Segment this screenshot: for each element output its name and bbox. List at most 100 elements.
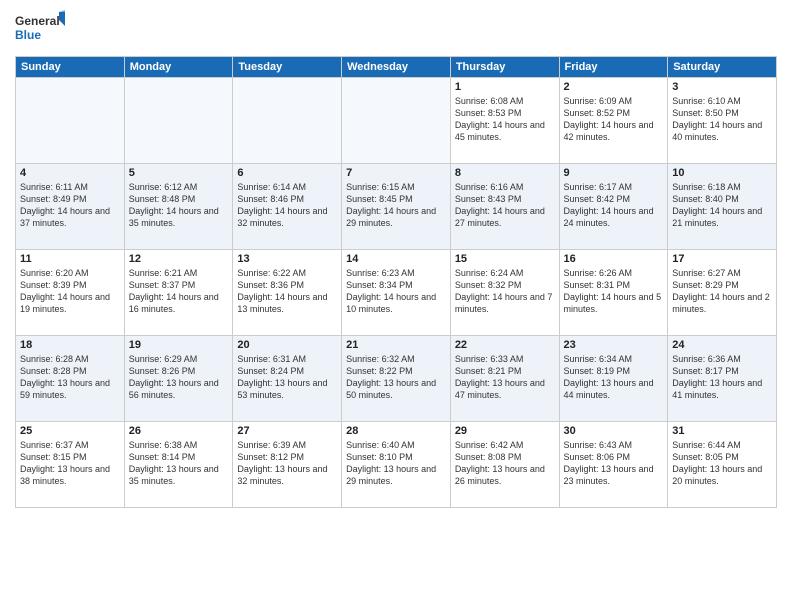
cell-content: Sunrise: 6:11 AM Sunset: 8:49 PM Dayligh… [20,181,120,230]
day-number: 4 [20,167,120,179]
calendar-day-header-friday: Friday [559,57,668,78]
calendar-cell [342,78,451,164]
day-number: 27 [237,425,337,437]
calendar-cell: 19 Sunrise: 6:29 AM Sunset: 8:26 PM Dayli… [124,336,233,422]
header: General Blue [15,10,777,48]
calendar-cell: 7Sunrise: 6:15 AM Sunset: 8:45 PM Daylig… [342,164,451,250]
calendar-day-header-monday: Monday [124,57,233,78]
day-number: 28 [346,425,446,437]
calendar-cell [233,78,342,164]
cell-content: Sunrise: 6:26 AM Sunset: 8:31 PM Dayligh… [564,267,664,316]
calendar-cell: 14Sunrise: 6:23 AM Sunset: 8:34 PM Dayli… [342,250,451,336]
calendar-cell: 17 Sunrise: 6:27 AM Sunset: 8:29 PM Dayli… [668,250,777,336]
calendar-cell: 21Sunrise: 6:32 AM Sunset: 8:22 PM Dayli… [342,336,451,422]
cell-content: Sunrise: 6:28 AM Sunset: 8:28 PM Dayligh… [20,353,120,402]
calendar-cell: 23 Sunrise: 6:34 AM Sunset: 8:19 PM Dayli… [559,336,668,422]
cell-content: Sunrise: 6:16 AM Sunset: 8:43 PM Dayligh… [455,181,555,230]
day-number: 5 [129,167,229,179]
day-number: 18 [20,339,120,351]
calendar-cell [16,78,125,164]
calendar-week-row: 25 Sunrise: 6:37 AM Sunset: 8:15 PM Dayli… [16,422,777,508]
page: General Blue SundayMondayTuesdayWednesda… [0,0,792,612]
cell-content: Sunrise: 6:37 AM Sunset: 8:15 PM Dayligh… [20,439,120,488]
calendar-cell: 30 Sunrise: 6:43 AM Sunset: 8:06 PM Dayli… [559,422,668,508]
calendar-header-row: SundayMondayTuesdayWednesdayThursdayFrid… [16,57,777,78]
calendar-cell: 15 Sunrise: 6:24 AM Sunset: 8:32 PM Dayli… [450,250,559,336]
cell-content: Sunrise: 6:24 AM Sunset: 8:32 PM Dayligh… [455,267,555,316]
calendar-cell: 6 Sunrise: 6:14 AM Sunset: 8:46 PM Daylig… [233,164,342,250]
cell-content: Sunrise: 6:29 AM Sunset: 8:26 PM Dayligh… [129,353,229,402]
calendar-cell: 16 Sunrise: 6:26 AM Sunset: 8:31 PM Dayli… [559,250,668,336]
calendar-day-header-saturday: Saturday [668,57,777,78]
svg-text:Blue: Blue [15,28,41,42]
cell-content: Sunrise: 6:17 AM Sunset: 8:42 PM Dayligh… [564,181,664,230]
cell-content: Sunrise: 6:20 AM Sunset: 8:39 PM Dayligh… [20,267,120,316]
cell-content: Sunrise: 6:23 AM Sunset: 8:34 PM Dayligh… [346,267,446,316]
day-number: 10 [672,167,772,179]
day-number: 16 [564,253,664,265]
day-number: 22 [455,339,555,351]
day-number: 23 [564,339,664,351]
cell-content: Sunrise: 6:33 AM Sunset: 8:21 PM Dayligh… [455,353,555,402]
day-number: 13 [237,253,337,265]
cell-content: Sunrise: 6:21 AM Sunset: 8:37 PM Dayligh… [129,267,229,316]
day-number: 9 [564,167,664,179]
cell-content: Sunrise: 6:08 AM Sunset: 8:53 PM Dayligh… [455,95,555,144]
calendar-cell: 5Sunrise: 6:12 AM Sunset: 8:48 PM Daylig… [124,164,233,250]
day-number: 8 [455,167,555,179]
cell-content: Sunrise: 6:34 AM Sunset: 8:19 PM Dayligh… [564,353,664,402]
cell-content: Sunrise: 6:09 AM Sunset: 8:52 PM Dayligh… [564,95,664,144]
cell-content: Sunrise: 6:31 AM Sunset: 8:24 PM Dayligh… [237,353,337,402]
calendar-cell: 28Sunrise: 6:40 AM Sunset: 8:10 PM Dayli… [342,422,451,508]
day-number: 15 [455,253,555,265]
day-number: 21 [346,339,446,351]
calendar-day-header-thursday: Thursday [450,57,559,78]
day-number: 19 [129,339,229,351]
day-number: 30 [564,425,664,437]
logo: General Blue [15,10,65,48]
day-number: 26 [129,425,229,437]
calendar-cell: 4 Sunrise: 6:11 AM Sunset: 8:49 PM Daylig… [16,164,125,250]
cell-content: Sunrise: 6:27 AM Sunset: 8:29 PM Dayligh… [672,267,772,316]
logo-svg: General Blue [15,10,65,48]
cell-content: Sunrise: 6:14 AM Sunset: 8:46 PM Dayligh… [237,181,337,230]
day-number: 1 [455,81,555,93]
calendar-cell: 8 Sunrise: 6:16 AM Sunset: 8:43 PM Daylig… [450,164,559,250]
calendar-cell: 31 Sunrise: 6:44 AM Sunset: 8:05 PM Dayli… [668,422,777,508]
cell-content: Sunrise: 6:42 AM Sunset: 8:08 PM Dayligh… [455,439,555,488]
calendar-cell: 2 Sunrise: 6:09 AM Sunset: 8:52 PM Daylig… [559,78,668,164]
day-number: 17 [672,253,772,265]
cell-content: Sunrise: 6:10 AM Sunset: 8:50 PM Dayligh… [672,95,772,144]
calendar-cell: 11 Sunrise: 6:20 AM Sunset: 8:39 PM Dayli… [16,250,125,336]
calendar-cell: 22 Sunrise: 6:33 AM Sunset: 8:21 PM Dayli… [450,336,559,422]
calendar-cell: 29 Sunrise: 6:42 AM Sunset: 8:08 PM Dayli… [450,422,559,508]
calendar-cell: 9 Sunrise: 6:17 AM Sunset: 8:42 PM Daylig… [559,164,668,250]
cell-content: Sunrise: 6:38 AM Sunset: 8:14 PM Dayligh… [129,439,229,488]
calendar-day-header-sunday: Sunday [16,57,125,78]
calendar-week-row: 11 Sunrise: 6:20 AM Sunset: 8:39 PM Dayli… [16,250,777,336]
calendar-week-row: 18 Sunrise: 6:28 AM Sunset: 8:28 PM Dayli… [16,336,777,422]
day-number: 12 [129,253,229,265]
cell-content: Sunrise: 6:43 AM Sunset: 8:06 PM Dayligh… [564,439,664,488]
calendar-cell: 1 Sunrise: 6:08 AM Sunset: 8:53 PM Daylig… [450,78,559,164]
calendar-cell: 12 Sunrise: 6:21 AM Sunset: 8:37 PM Dayli… [124,250,233,336]
calendar-cell: 3Sunrise: 6:10 AM Sunset: 8:50 PM Daylig… [668,78,777,164]
cell-content: Sunrise: 6:18 AM Sunset: 8:40 PM Dayligh… [672,181,772,230]
cell-content: Sunrise: 6:39 AM Sunset: 8:12 PM Dayligh… [237,439,337,488]
calendar-week-row: 1 Sunrise: 6:08 AM Sunset: 8:53 PM Daylig… [16,78,777,164]
day-number: 31 [672,425,772,437]
calendar-cell: 25 Sunrise: 6:37 AM Sunset: 8:15 PM Dayli… [16,422,125,508]
calendar-cell: 26 Sunrise: 6:38 AM Sunset: 8:14 PM Dayli… [124,422,233,508]
day-number: 11 [20,253,120,265]
day-number: 25 [20,425,120,437]
day-number: 29 [455,425,555,437]
calendar-week-row: 4 Sunrise: 6:11 AM Sunset: 8:49 PM Daylig… [16,164,777,250]
day-number: 6 [237,167,337,179]
cell-content: Sunrise: 6:36 AM Sunset: 8:17 PM Dayligh… [672,353,772,402]
day-number: 7 [346,167,446,179]
day-number: 2 [564,81,664,93]
calendar-cell: 10 Sunrise: 6:18 AM Sunset: 8:40 PM Dayli… [668,164,777,250]
cell-content: Sunrise: 6:44 AM Sunset: 8:05 PM Dayligh… [672,439,772,488]
day-number: 20 [237,339,337,351]
calendar-cell: 13Sunrise: 6:22 AM Sunset: 8:36 PM Dayli… [233,250,342,336]
